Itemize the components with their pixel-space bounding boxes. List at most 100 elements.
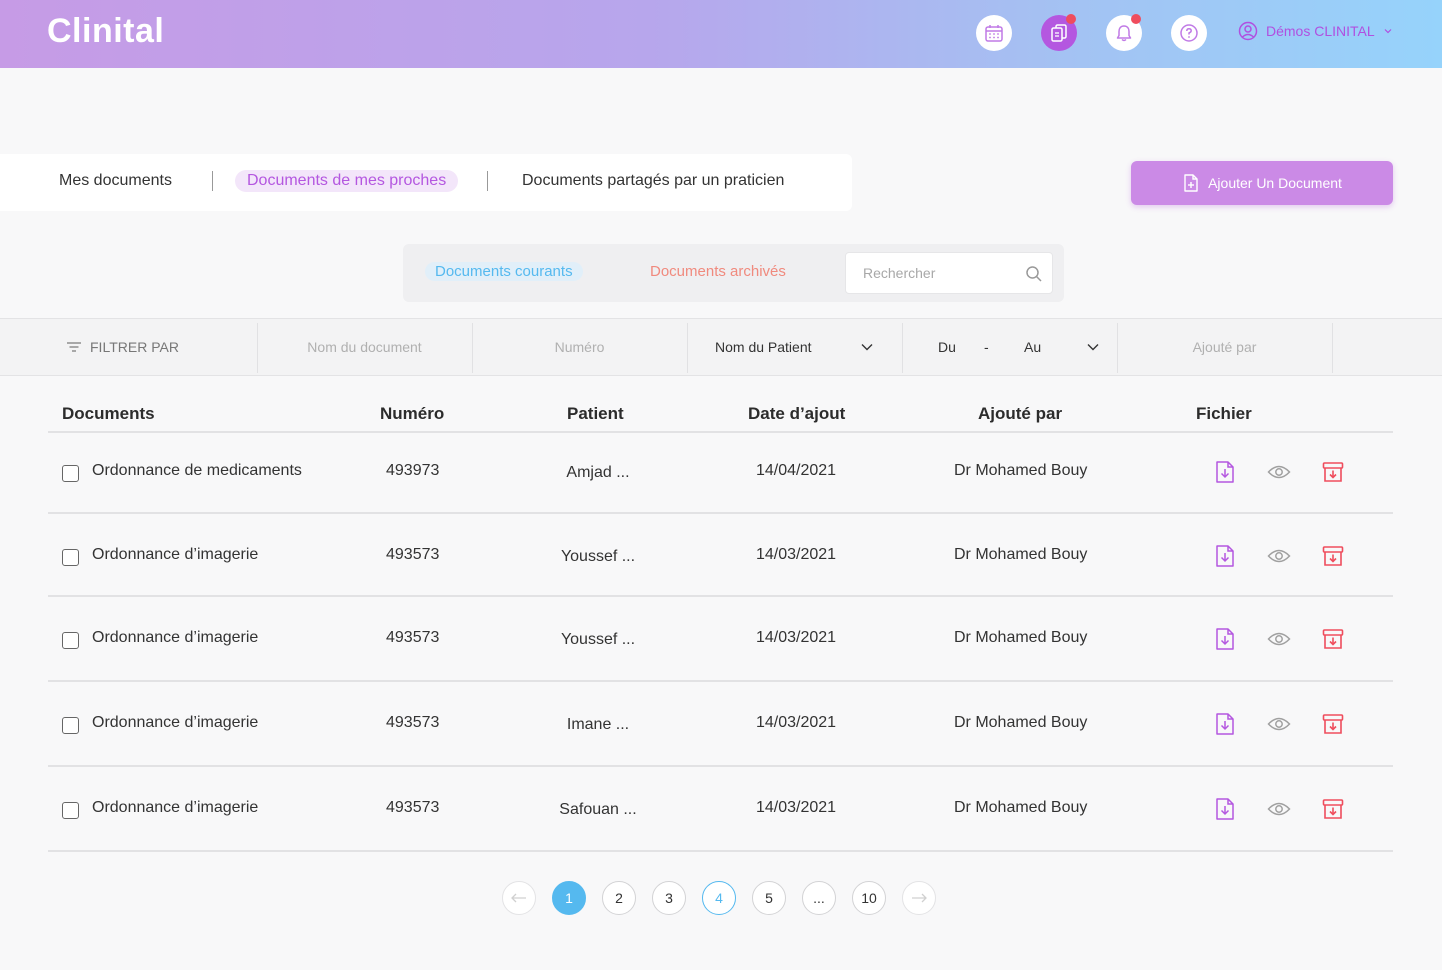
filter-icon — [67, 342, 81, 352]
top-bar: Clinital Démos CLINITAL — [0, 0, 1442, 68]
add-file-icon — [1184, 174, 1198, 192]
page-1[interactable]: 1 — [552, 881, 586, 915]
archive-icon — [1322, 629, 1344, 649]
document-name[interactable]: Ordonnance de medicaments — [92, 462, 302, 480]
filter-date-to[interactable]: Au — [1024, 319, 1041, 375]
view-button[interactable] — [1267, 801, 1291, 822]
added-by: Dr Mohamed Bouy — [954, 799, 1088, 816]
archive-button[interactable] — [1322, 628, 1344, 655]
document-number: 493573 — [386, 629, 440, 646]
clinital-logo[interactable]: Clinital — [47, 12, 164, 51]
page-2[interactable]: 2 — [602, 881, 636, 915]
search-box — [845, 252, 1053, 294]
download-button[interactable] — [1215, 797, 1235, 826]
archive-button[interactable] — [1322, 461, 1344, 488]
tab-documents-partages[interactable]: Documents partagés par un praticien — [522, 172, 784, 190]
prev-page-button[interactable] — [502, 881, 536, 915]
view-button[interactable] — [1267, 548, 1291, 569]
download-file-icon — [1216, 628, 1234, 650]
filter-divider — [902, 323, 903, 373]
row-checkbox[interactable] — [62, 465, 79, 482]
next-page-button[interactable] — [902, 881, 936, 915]
filter-bar: FILTRER PAR Nom du document Numéro Nom d… — [0, 318, 1442, 376]
archive-button[interactable] — [1322, 545, 1344, 572]
help-button[interactable] — [1171, 15, 1207, 51]
document-number: 493573 — [386, 546, 440, 563]
arrow-left-icon — [511, 893, 526, 903]
download-button[interactable] — [1215, 627, 1235, 656]
download-button[interactable] — [1215, 544, 1235, 573]
filter-divider — [1332, 323, 1333, 373]
filter-date-dash: - — [984, 339, 989, 355]
table-header: Documents Numéro Patient Date d’ajout Aj… — [48, 400, 1393, 433]
chevron-down-icon[interactable] — [1086, 341, 1100, 353]
documents-button[interactable] — [1041, 14, 1077, 51]
added-by: Dr Mohamed Bouy — [954, 714, 1088, 731]
row-checkbox[interactable] — [62, 632, 79, 649]
row-checkbox[interactable] — [62, 802, 79, 819]
filter-number[interactable]: Numéro — [473, 319, 686, 375]
patient-name: Safouan ... — [559, 801, 637, 818]
document-number: 493573 — [386, 714, 440, 731]
date-added: 14/03/2021 — [756, 799, 837, 816]
download-file-icon — [1216, 713, 1234, 735]
pagination: 1 2 3 4 5 ... 10 — [502, 881, 936, 915]
notifications-button[interactable] — [1106, 14, 1142, 51]
tab-separator — [212, 171, 213, 191]
eye-icon — [1267, 717, 1291, 731]
view-button[interactable] — [1267, 716, 1291, 737]
table-row[interactable]: Ordonnance d’imagerie 493573 Safouan ... 14… — [48, 767, 1393, 852]
table-row[interactable]: Ordonnance d’imagerie 493573 Youssef ... 14… — [48, 514, 1393, 597]
date-added: 14/03/2021 — [756, 714, 837, 731]
archive-icon — [1322, 546, 1344, 566]
filter-added-by[interactable]: Ajouté par — [1118, 319, 1331, 375]
added-by: Dr Mohamed Bouy — [954, 546, 1088, 563]
notification-dot — [1066, 14, 1076, 24]
page-5[interactable]: 5 — [752, 881, 786, 915]
row-checkbox[interactable] — [62, 717, 79, 734]
row-checkbox[interactable] — [62, 549, 79, 566]
date-added: 14/03/2021 — [756, 546, 837, 563]
column-file: Fichier — [1196, 404, 1252, 423]
page-4[interactable]: 4 — [702, 881, 736, 915]
tab-mes-documents[interactable]: Mes documents — [59, 172, 172, 190]
table-row[interactable]: Ordonnance d’imagerie 493573 Youssef ... 14… — [48, 597, 1393, 682]
chevron-down-icon[interactable] — [860, 341, 874, 353]
page-3[interactable]: 3 — [652, 881, 686, 915]
document-name[interactable]: Ordonnance d’imagerie — [92, 546, 258, 564]
download-button[interactable] — [1215, 712, 1235, 741]
eye-icon — [1267, 632, 1291, 646]
arrow-right-icon — [912, 893, 927, 903]
tab-documents-courants[interactable]: Documents courants — [425, 262, 583, 281]
document-name[interactable]: Ordonnance d’imagerie — [92, 799, 258, 817]
page-10[interactable]: 10 — [852, 881, 886, 915]
archive-button[interactable] — [1322, 713, 1344, 740]
page-ellipsis[interactable]: ... — [802, 881, 836, 915]
search-icon[interactable] — [1025, 265, 1043, 283]
calendar-button[interactable] — [976, 15, 1012, 51]
table-row[interactable]: Ordonnance de medicaments 493973 Amjad ...… — [48, 432, 1393, 514]
filter-by[interactable]: FILTRER PAR — [66, 319, 179, 375]
document-name[interactable]: Ordonnance d’imagerie — [92, 714, 258, 732]
search-input[interactable] — [863, 253, 1023, 293]
eye-icon — [1267, 549, 1291, 563]
view-button[interactable] — [1267, 631, 1291, 652]
patient-name: Imane ... — [566, 716, 630, 733]
table-row[interactable]: Ordonnance d’imagerie 493573 Imane ... 14/0… — [48, 682, 1393, 767]
filter-patient-name[interactable]: Nom du Patient — [715, 319, 812, 375]
tab-documents-proches[interactable]: Documents de mes proches — [235, 170, 459, 192]
eye-icon — [1267, 465, 1291, 479]
documents-icon — [1051, 24, 1067, 42]
add-document-button[interactable]: Ajouter Un Document — [1131, 161, 1393, 205]
tab-documents-archives[interactable]: Documents archivés — [650, 263, 786, 280]
added-by: Dr Mohamed Bouy — [954, 629, 1088, 646]
user-menu[interactable]: Démos CLINITAL — [1238, 21, 1393, 41]
filter-date-from[interactable]: Du — [938, 319, 956, 375]
archive-button[interactable] — [1322, 798, 1344, 825]
document-name[interactable]: Ordonnance d’imagerie — [92, 629, 258, 647]
patient-name: Youssef ... — [560, 548, 636, 565]
download-button[interactable] — [1215, 460, 1235, 489]
filter-divider — [687, 323, 688, 373]
view-button[interactable] — [1267, 464, 1291, 485]
filter-document-name[interactable]: Nom du document — [258, 319, 471, 375]
